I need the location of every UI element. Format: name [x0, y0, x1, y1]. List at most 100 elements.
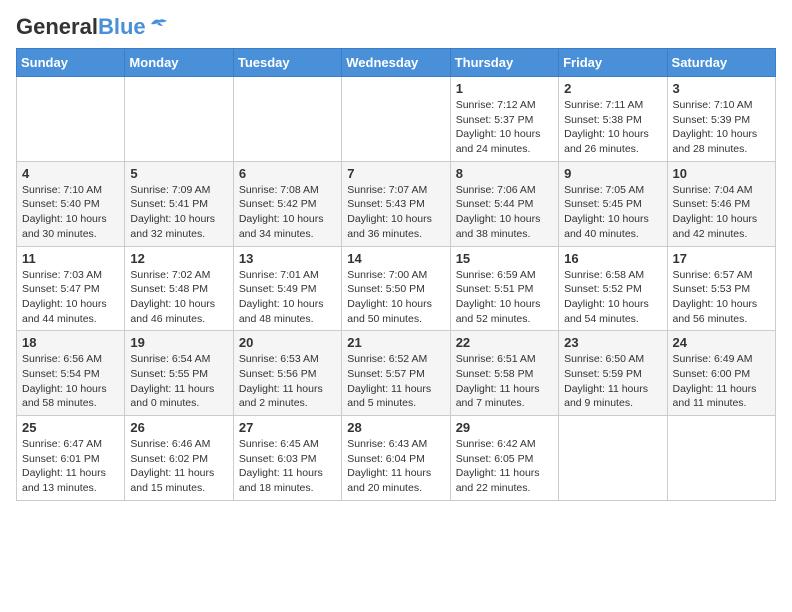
calendar-day-cell: 26 Sunrise: 6:46 AMSunset: 6:02 PMDayligh… — [125, 416, 233, 501]
logo-bird-icon — [149, 16, 169, 32]
day-number: 10 — [673, 166, 770, 181]
calendar-empty-cell — [125, 77, 233, 162]
day-info: Sunrise: 7:10 AMSunset: 5:40 PMDaylight:… — [22, 183, 119, 242]
day-number: 8 — [456, 166, 553, 181]
weekday-header-wednesday: Wednesday — [342, 49, 450, 77]
logo-blue: Blue — [98, 14, 146, 39]
calendar-week-row: 4 Sunrise: 7:10 AMSunset: 5:40 PMDaylight… — [17, 161, 776, 246]
calendar-empty-cell — [559, 416, 667, 501]
day-info: Sunrise: 7:11 AMSunset: 5:38 PMDaylight:… — [564, 98, 661, 157]
day-number: 28 — [347, 420, 444, 435]
calendar-day-cell: 1Sunrise: 7:12 AMSunset: 5:37 PMDaylight… — [450, 77, 558, 162]
day-info: Sunrise: 6:52 AMSunset: 5:57 PMDaylight:… — [347, 352, 444, 411]
day-number: 18 — [22, 335, 119, 350]
day-info: Sunrise: 7:03 AMSunset: 5:47 PMDaylight:… — [22, 268, 119, 327]
calendar-day-cell: 23Sunrise: 6:50 AMSunset: 5:59 PMDayligh… — [559, 331, 667, 416]
weekday-header-saturday: Saturday — [667, 49, 775, 77]
day-info: Sunrise: 6:43 AMSunset: 6:04 PMDaylight:… — [347, 437, 444, 496]
day-number: 5 — [130, 166, 227, 181]
calendar-empty-cell — [233, 77, 341, 162]
day-info: Sunrise: 7:01 AMSunset: 5:49 PMDaylight:… — [239, 268, 336, 327]
calendar-day-cell: 27 Sunrise: 6:45 AMSunset: 6:03 PMDayligh… — [233, 416, 341, 501]
day-info: Sunrise: 6:53 AMSunset: 5:56 PMDaylight:… — [239, 352, 336, 411]
calendar-day-cell: 5 Sunrise: 7:09 AMSunset: 5:41 PMDaylight… — [125, 161, 233, 246]
day-info: Sunrise: 6:51 AMSunset: 5:58 PMDaylight:… — [456, 352, 553, 411]
calendar-day-cell: 7 Sunrise: 7:07 AMSunset: 5:43 PMDaylight… — [342, 161, 450, 246]
day-number: 11 — [22, 251, 119, 266]
day-number: 24 — [673, 335, 770, 350]
calendar-day-cell: 19Sunrise: 6:54 AMSunset: 5:55 PMDayligh… — [125, 331, 233, 416]
day-number: 3 — [673, 81, 770, 96]
calendar-day-cell: 18 Sunrise: 6:56 AMSunset: 5:54 PMDayligh… — [17, 331, 125, 416]
calendar-day-cell: 16 Sunrise: 6:58 AMSunset: 5:52 PMDayligh… — [559, 246, 667, 331]
calendar-table: SundayMondayTuesdayWednesdayThursdayFrid… — [16, 48, 776, 501]
day-info: Sunrise: 7:05 AMSunset: 5:45 PMDaylight:… — [564, 183, 661, 242]
page-header: GeneralBlue — [16, 16, 776, 38]
calendar-day-cell: 2 Sunrise: 7:11 AMSunset: 5:38 PMDaylight… — [559, 77, 667, 162]
day-info: Sunrise: 7:08 AMSunset: 5:42 PMDaylight:… — [239, 183, 336, 242]
calendar-day-cell: 20 Sunrise: 6:53 AMSunset: 5:56 PMDayligh… — [233, 331, 341, 416]
day-number: 15 — [456, 251, 553, 266]
calendar-day-cell: 10 Sunrise: 7:04 AMSunset: 5:46 PMDayligh… — [667, 161, 775, 246]
day-number: 12 — [130, 251, 227, 266]
day-info: Sunrise: 6:45 AMSunset: 6:03 PMDaylight:… — [239, 437, 336, 496]
day-number: 4 — [22, 166, 119, 181]
calendar-day-cell: 6 Sunrise: 7:08 AMSunset: 5:42 PMDaylight… — [233, 161, 341, 246]
day-info: Sunrise: 6:58 AMSunset: 5:52 PMDaylight:… — [564, 268, 661, 327]
day-info: Sunrise: 7:07 AMSunset: 5:43 PMDaylight:… — [347, 183, 444, 242]
logo-text: GeneralBlue — [16, 16, 146, 38]
calendar-day-cell: 22 Sunrise: 6:51 AMSunset: 5:58 PMDayligh… — [450, 331, 558, 416]
calendar-day-cell: 17 Sunrise: 6:57 AMSunset: 5:53 PMDayligh… — [667, 246, 775, 331]
calendar-day-cell: 29 Sunrise: 6:42 AMSunset: 6:05 PMDayligh… — [450, 416, 558, 501]
day-number: 25 — [22, 420, 119, 435]
day-info: Sunrise: 6:42 AMSunset: 6:05 PMDaylight:… — [456, 437, 553, 496]
day-number: 20 — [239, 335, 336, 350]
calendar-week-row: 18 Sunrise: 6:56 AMSunset: 5:54 PMDayligh… — [17, 331, 776, 416]
day-info: Sunrise: 6:57 AMSunset: 5:53 PMDaylight:… — [673, 268, 770, 327]
day-number: 21 — [347, 335, 444, 350]
day-info: Sunrise: 7:09 AMSunset: 5:41 PMDaylight:… — [130, 183, 227, 242]
calendar-empty-cell — [17, 77, 125, 162]
day-number: 7 — [347, 166, 444, 181]
calendar-day-cell: 14 Sunrise: 7:00 AMSunset: 5:50 PMDayligh… — [342, 246, 450, 331]
day-number: 27 — [239, 420, 336, 435]
calendar-week-row: 25 Sunrise: 6:47 AMSunset: 6:01 PMDayligh… — [17, 416, 776, 501]
calendar-day-cell: 11 Sunrise: 7:03 AMSunset: 5:47 PMDayligh… — [17, 246, 125, 331]
day-number: 22 — [456, 335, 553, 350]
day-number: 14 — [347, 251, 444, 266]
calendar-day-cell: 12 Sunrise: 7:02 AMSunset: 5:48 PMDayligh… — [125, 246, 233, 331]
day-info: Sunrise: 6:56 AMSunset: 5:54 PMDaylight:… — [22, 352, 119, 411]
day-number: 19 — [130, 335, 227, 350]
day-info: Sunrise: 6:46 AMSunset: 6:02 PMDaylight:… — [130, 437, 227, 496]
calendar-day-cell: 8 Sunrise: 7:06 AMSunset: 5:44 PMDaylight… — [450, 161, 558, 246]
day-info: Sunrise: 7:10 AMSunset: 5:39 PMDaylight:… — [673, 98, 770, 157]
day-info: Sunrise: 7:00 AMSunset: 5:50 PMDaylight:… — [347, 268, 444, 327]
calendar-empty-cell — [667, 416, 775, 501]
day-number: 16 — [564, 251, 661, 266]
day-info: Sunrise: 7:04 AMSunset: 5:46 PMDaylight:… — [673, 183, 770, 242]
day-number: 26 — [130, 420, 227, 435]
calendar-day-cell: 13Sunrise: 7:01 AMSunset: 5:49 PMDayligh… — [233, 246, 341, 331]
logo: GeneralBlue — [16, 16, 169, 38]
calendar-day-cell: 9 Sunrise: 7:05 AMSunset: 5:45 PMDaylight… — [559, 161, 667, 246]
calendar-day-cell: 28 Sunrise: 6:43 AMSunset: 6:04 PMDayligh… — [342, 416, 450, 501]
weekday-header-tuesday: Tuesday — [233, 49, 341, 77]
calendar-day-cell: 25 Sunrise: 6:47 AMSunset: 6:01 PMDayligh… — [17, 416, 125, 501]
day-number: 9 — [564, 166, 661, 181]
calendar-day-cell: 3 Sunrise: 7:10 AMSunset: 5:39 PMDaylight… — [667, 77, 775, 162]
day-info: Sunrise: 6:50 AMSunset: 5:59 PMDaylight:… — [564, 352, 661, 411]
day-info: Sunrise: 7:02 AMSunset: 5:48 PMDaylight:… — [130, 268, 227, 327]
day-number: 17 — [673, 251, 770, 266]
day-info: Sunrise: 7:06 AMSunset: 5:44 PMDaylight:… — [456, 183, 553, 242]
logo-general: General — [16, 14, 98, 39]
calendar-day-cell: 15 Sunrise: 6:59 AMSunset: 5:51 PMDayligh… — [450, 246, 558, 331]
day-number: 1 — [456, 81, 553, 96]
day-info: Sunrise: 6:59 AMSunset: 5:51 PMDaylight:… — [456, 268, 553, 327]
day-info: Sunrise: 6:49 AMSunset: 6:00 PMDaylight:… — [673, 352, 770, 411]
calendar-week-row: 11 Sunrise: 7:03 AMSunset: 5:47 PMDayligh… — [17, 246, 776, 331]
calendar-empty-cell — [342, 77, 450, 162]
day-number: 29 — [456, 420, 553, 435]
day-info: Sunrise: 6:47 AMSunset: 6:01 PMDaylight:… — [22, 437, 119, 496]
day-number: 6 — [239, 166, 336, 181]
day-number: 2 — [564, 81, 661, 96]
